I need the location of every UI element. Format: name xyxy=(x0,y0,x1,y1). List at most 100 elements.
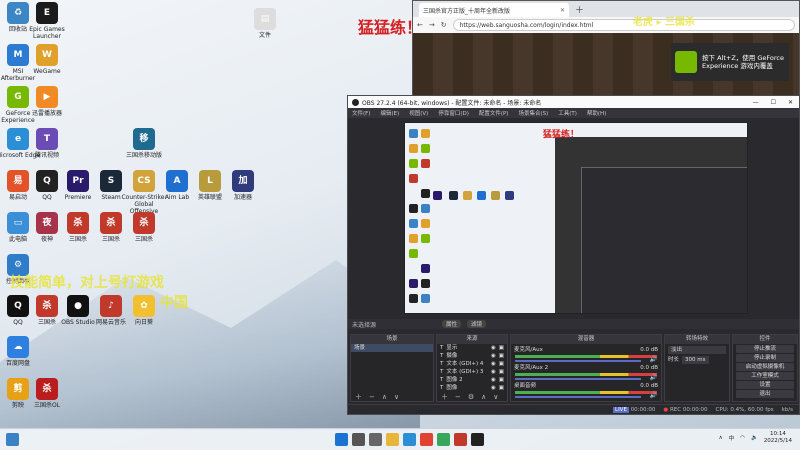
desktop-icon[interactable]: ▤ 文件 xyxy=(242,8,288,39)
taskbar-file-explorer-icon[interactable] xyxy=(386,433,399,446)
taskbar-photos-icon[interactable] xyxy=(437,433,450,446)
source-item[interactable]: T 图像 2 ◉ ▣ xyxy=(437,376,507,384)
source-settings-icon[interactable]: ⚙ xyxy=(468,393,474,401)
transition-select[interactable]: 淡出 xyxy=(668,346,726,354)
taskbar-start-icon[interactable] xyxy=(335,433,348,446)
menu-item[interactable]: 工具(T) xyxy=(558,109,577,117)
source-item[interactable]: T 显示 ◉ ▣ xyxy=(437,344,507,352)
obs-preview-canvas[interactable]: 猛猛练！ xyxy=(404,122,748,314)
source-item[interactable]: T 文本 (GDI+) 4 ◉ ▣ xyxy=(437,360,507,368)
source-item[interactable]: T 摄像 ◉ ▣ xyxy=(437,352,507,360)
volume-icon[interactable]: 🔈 xyxy=(751,435,758,441)
visibility-eye-icon[interactable]: ◉ xyxy=(491,368,496,376)
lock-icon[interactable]: ▣ xyxy=(499,368,504,376)
source-up-icon[interactable]: ∧ xyxy=(481,393,486,401)
control-button[interactable]: 设置 xyxy=(736,381,794,389)
address-bar[interactable]: https://web.sanguosha.com/login/index.ht… xyxy=(452,19,795,31)
live-time: 00:00:00 xyxy=(630,406,656,413)
close-icon[interactable]: ✕ xyxy=(788,99,793,106)
rec-label: REC xyxy=(669,406,682,413)
mixer-track-header: 麦克风/Aux 2 0.0 dB xyxy=(511,364,661,372)
lock-icon[interactable]: ▣ xyxy=(499,344,504,352)
menu-item[interactable]: 文件(F) xyxy=(352,109,370,117)
desktop-icon[interactable]: 移三国杀移动版 xyxy=(121,128,167,159)
close-tab-icon[interactable]: ✕ xyxy=(560,7,565,14)
scene-item[interactable]: 场景 xyxy=(351,344,433,352)
properties-button[interactable]: 属性 xyxy=(442,320,462,328)
desktop-icon[interactable]: ▶ 迅雷播放器 xyxy=(24,86,70,117)
scene-up-icon[interactable]: ∧ xyxy=(382,393,387,401)
volume-slider[interactable]: 🔊 xyxy=(515,392,657,399)
desktop-icon[interactable]: W WeGame xyxy=(24,44,70,75)
scene-down-icon[interactable]: ∨ xyxy=(394,393,399,401)
taskbar-edge-icon[interactable] xyxy=(403,433,416,446)
control-button[interactable]: 停止推流 xyxy=(736,345,794,353)
add-scene-icon[interactable]: ＋ xyxy=(355,392,362,402)
desktop-icon[interactable]: ☁ 百度网盘 xyxy=(0,336,41,367)
ime-indicator[interactable]: 中 xyxy=(729,434,735,442)
preview-icon xyxy=(477,191,486,200)
desktop-icon[interactable]: 杀三国杀OL xyxy=(24,378,70,409)
text-source-icon: T xyxy=(440,345,444,351)
taskbar-obs-icon[interactable] xyxy=(471,433,484,446)
duration-input[interactable]: 300 ms xyxy=(682,356,709,364)
remove-scene-icon[interactable]: − xyxy=(369,393,375,401)
taskbar-task-view-icon[interactable] xyxy=(369,433,382,446)
control-button[interactable]: 退出 xyxy=(736,390,794,398)
browser-tab[interactable]: 三国杀官方正版_十周年全新改版 ✕ xyxy=(419,3,569,17)
mute-speaker-icon[interactable]: 🔊 xyxy=(650,392,657,399)
duration-label: 时长 xyxy=(668,357,680,363)
taskbar-sanguosha-icon[interactable] xyxy=(454,433,467,446)
mute-speaker-icon[interactable]: 🔊 xyxy=(650,374,657,381)
remove-source-icon[interactable]: − xyxy=(455,393,461,401)
widgets-icon[interactable] xyxy=(6,433,19,446)
menu-item[interactable]: 视图(V) xyxy=(409,109,428,117)
back-icon[interactable]: ← xyxy=(417,21,423,29)
menu-item[interactable]: 编辑(E) xyxy=(380,109,399,117)
wifi-icon[interactable]: ◠ xyxy=(740,435,745,441)
mute-speaker-icon[interactable]: 🔊 xyxy=(650,356,657,363)
obs-window[interactable]: OBS 27.2.4 (64-bit, windows) - 配置文件: 未命名… xyxy=(347,95,800,415)
minimize-icon[interactable]: — xyxy=(753,99,759,106)
taskbar-search-icon[interactable] xyxy=(352,433,365,446)
visibility-eye-icon[interactable]: ◉ xyxy=(491,384,496,392)
clock[interactable]: 10:14 2022/5/14 xyxy=(764,431,792,445)
menu-item[interactable]: 配置文件(P) xyxy=(479,109,509,117)
filters-button[interactable]: 滤镜 xyxy=(467,320,487,328)
lock-icon[interactable]: ▣ xyxy=(499,384,504,392)
control-button[interactable]: 启动虚拟摄像机 xyxy=(736,363,794,371)
source-down-icon[interactable]: ∨ xyxy=(493,393,498,401)
browser-window[interactable]: 三国杀官方正版_十周年全新改版 ✕ ＋ ← → ↻ https://web.sa… xyxy=(412,0,800,100)
add-source-icon[interactable]: ＋ xyxy=(441,392,448,402)
forward-icon[interactable]: → xyxy=(429,21,435,29)
lock-icon[interactable]: ▣ xyxy=(499,360,504,368)
visibility-eye-icon[interactable]: ◉ xyxy=(491,376,496,384)
control-button[interactable]: 工作室模式 xyxy=(736,372,794,380)
desktop-icon[interactable]: 杀三国杀 xyxy=(121,212,167,243)
desktop-icon[interactable]: E Epic Games Launcher xyxy=(24,2,70,40)
menu-item[interactable]: 停靠窗口(D) xyxy=(438,109,469,117)
bitrate: kb/s xyxy=(781,406,793,413)
tray-chevron-icon[interactable]: ∧ xyxy=(719,435,723,441)
app-icon: Pr xyxy=(67,170,89,192)
control-button[interactable]: 停止录制 xyxy=(736,354,794,362)
lock-icon[interactable]: ▣ xyxy=(499,352,504,360)
reload-icon[interactable]: ↻ xyxy=(441,21,447,29)
visibility-eye-icon[interactable]: ◉ xyxy=(491,344,496,352)
source-item[interactable]: T 文本 (GDI+) 3 ◉ ▣ xyxy=(437,368,507,376)
desktop-icon[interactable]: 加加速器 xyxy=(220,170,266,201)
taskbar-chrome-icon[interactable] xyxy=(420,433,433,446)
visibility-eye-icon[interactable]: ◉ xyxy=(491,360,496,368)
maximize-icon[interactable]: ☐ xyxy=(771,99,776,106)
visibility-eye-icon[interactable]: ◉ xyxy=(491,352,496,360)
preview-icon xyxy=(409,204,418,213)
desktop-icon[interactable]: T 腾讯视频 xyxy=(24,128,70,159)
menu-item[interactable]: 帮助(H) xyxy=(587,109,606,117)
lock-icon[interactable]: ▣ xyxy=(499,376,504,384)
geforce-overlay-toast[interactable]: 按下 Alt+Z，使用 GeForce Experience 游戏内覆盖 xyxy=(671,43,789,81)
menu-item[interactable]: 场景集合(S) xyxy=(518,109,548,117)
new-tab-icon[interactable]: ＋ xyxy=(575,3,584,16)
desktop-icon-label: 迅雷播放器 xyxy=(31,110,62,117)
volume-slider[interactable]: 🔊 xyxy=(515,374,657,381)
volume-slider[interactable]: 🔊 xyxy=(515,356,657,363)
